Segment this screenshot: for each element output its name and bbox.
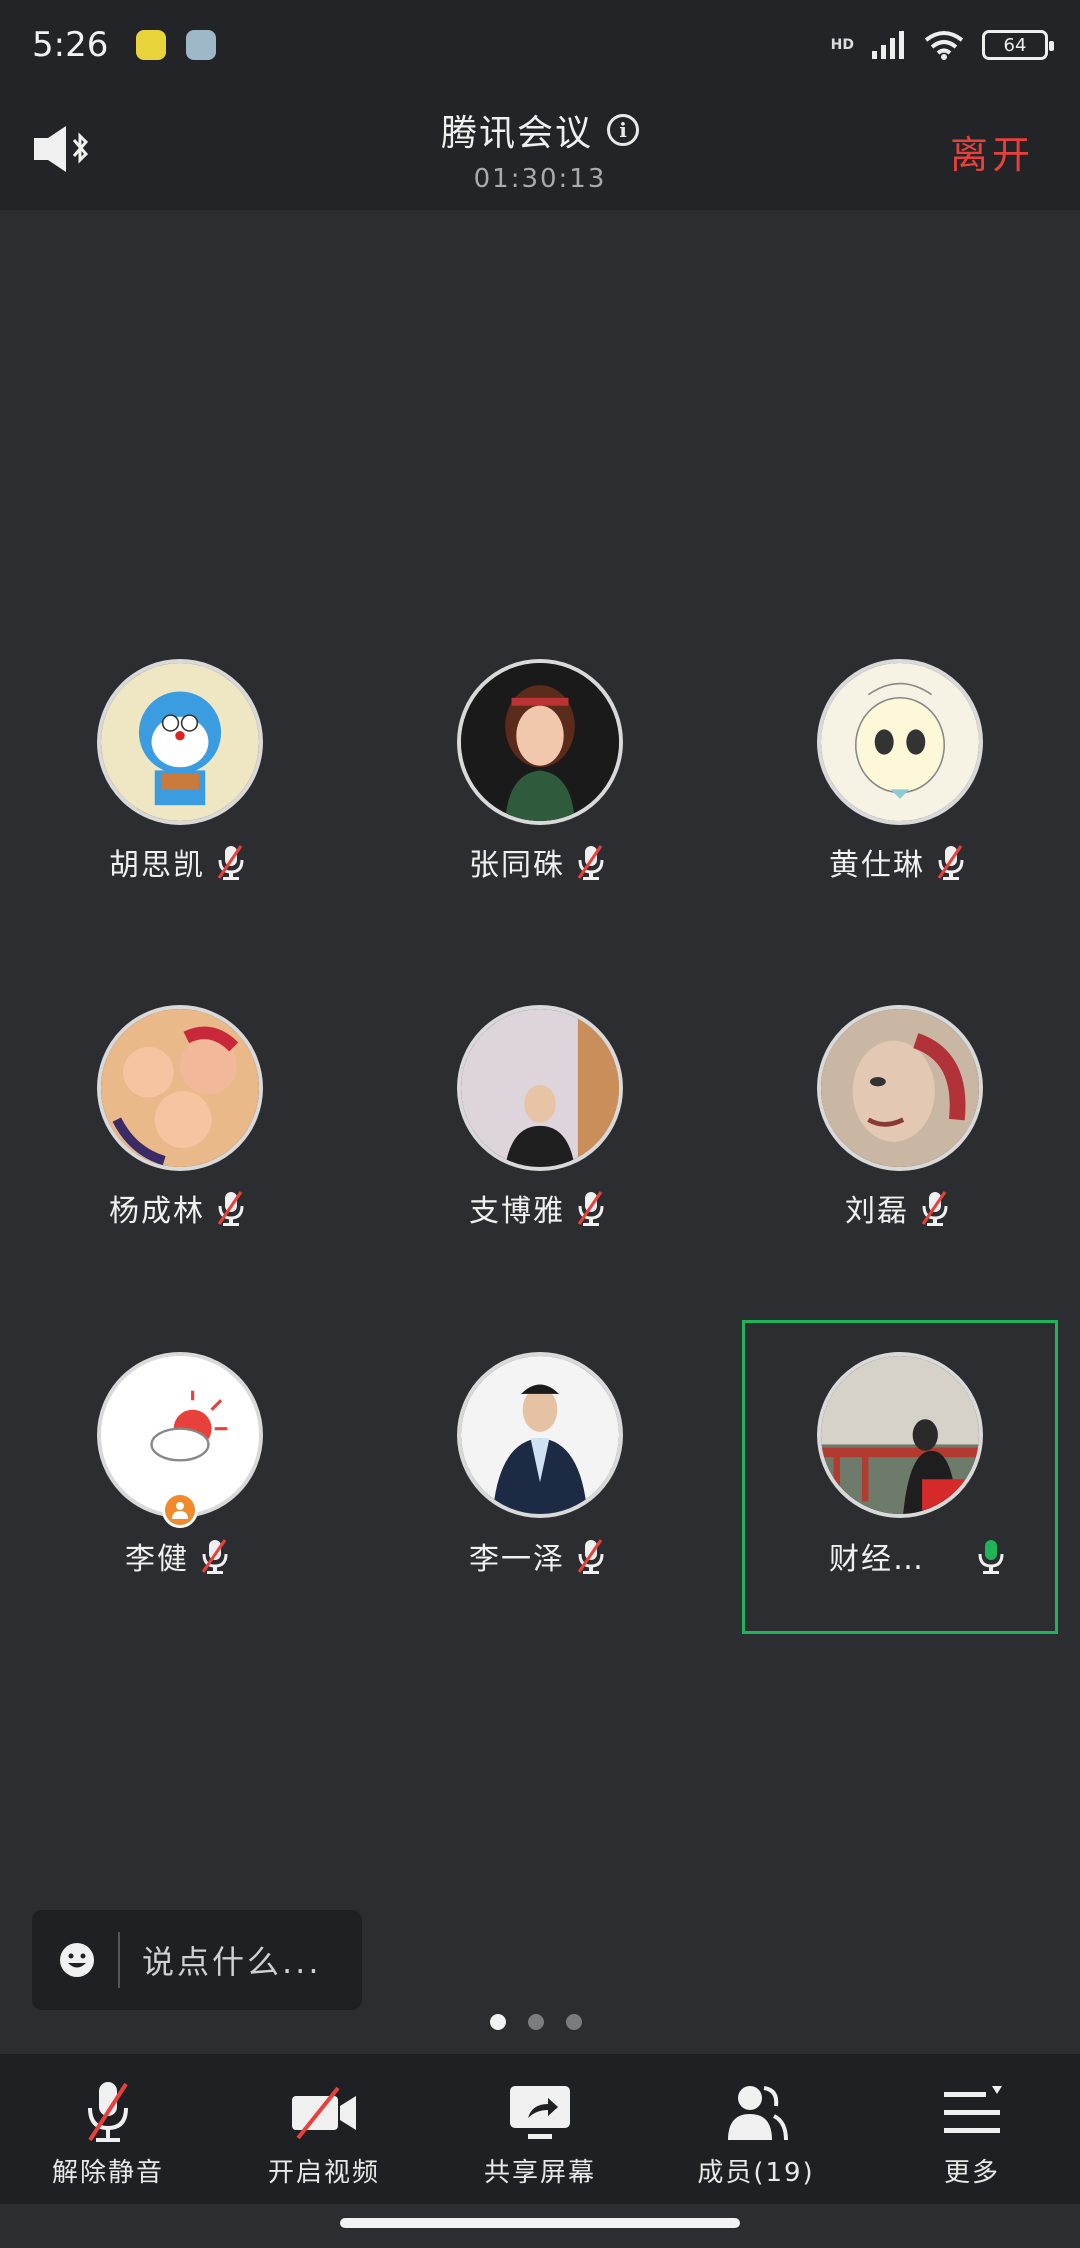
bottom-toolbar: 解除静音 开启视频 共享屏幕 成员(19) 更多 (0, 2054, 1080, 2204)
meeting-title: 腾讯会议 (440, 113, 593, 154)
wifi-icon (924, 31, 964, 60)
meeting-timer: 01:30:13 (473, 164, 607, 194)
app-notification-icon (136, 30, 167, 60)
members-button[interactable]: 成员(19) (648, 2054, 864, 2204)
info-icon[interactable]: i (607, 114, 639, 146)
signal-icon (872, 31, 904, 59)
mic-muted-icon[interactable] (211, 1188, 251, 1228)
avatar (457, 1005, 623, 1171)
avatar (817, 1005, 983, 1171)
chat-input[interactable]: 说点什么... (32, 1910, 362, 2010)
host-badge (162, 1492, 198, 1528)
page-dot[interactable] (490, 2014, 506, 2030)
participant-name-row: 杨成林 (50, 1186, 310, 1230)
person-icon (172, 1502, 188, 1519)
status-time: 5:26 (32, 25, 109, 65)
participant-name: 黄仕琳 (829, 848, 925, 883)
participant-name: 财经… (829, 1542, 925, 1577)
mic-muted-icon (88, 2082, 128, 2142)
participant-name: 李一泽 (469, 1542, 565, 1577)
avatar (817, 1352, 983, 1518)
members-label: 成员(19) (697, 2158, 815, 2188)
participant-name-row: 张同硃 (410, 840, 670, 884)
participant-name-row: 黄仕琳 (770, 840, 1030, 884)
chat-placeholder: 说点什么... (142, 1943, 322, 1981)
participant-name: 刘磊 (845, 1194, 909, 1229)
unmute-button[interactable]: 解除静音 (0, 2054, 216, 2204)
share-screen-label: 共享屏幕 (483, 2158, 596, 2188)
leave-button[interactable]: 离开 (950, 124, 1034, 179)
participant-name-row: 支博雅 (410, 1186, 670, 1230)
unmute-label: 解除静音 (51, 2158, 164, 2188)
more-label: 更多 (943, 2158, 1000, 2188)
participant-name-row: 财经… (790, 1534, 1050, 1578)
home-indicator[interactable] (340, 2218, 740, 2228)
page-dot[interactable] (528, 2014, 544, 2030)
mic-muted-icon[interactable] (571, 1188, 611, 1228)
mic-muted-icon[interactable] (931, 842, 971, 882)
participant-name: 张同硃 (469, 848, 565, 883)
avatar (457, 1352, 623, 1518)
participant-name-row: 李一泽 (410, 1534, 670, 1578)
mic-muted-icon[interactable] (571, 842, 611, 882)
avatar (817, 659, 983, 825)
members-icon (728, 2086, 788, 2141)
hd-label: HD (830, 37, 854, 53)
app-notification-icon (186, 30, 217, 60)
emoji-icon[interactable] (58, 1941, 96, 1979)
avatar (97, 659, 263, 825)
participant-name-row: 刘磊 (770, 1186, 1030, 1230)
page-dot[interactable] (566, 2014, 582, 2030)
chat-divider (118, 1932, 120, 1988)
page-indicator (490, 2014, 582, 2030)
participant-name-row: 李健 (50, 1534, 310, 1578)
more-button[interactable]: 更多 (864, 2054, 1080, 2204)
participant-name: 胡思凯 (109, 848, 205, 883)
battery-icon: 64 (982, 30, 1054, 60)
mic-muted-icon[interactable] (195, 1536, 235, 1576)
participant-name: 支博雅 (469, 1194, 565, 1229)
battery-level: 64 (1003, 34, 1027, 56)
start-video-button[interactable]: 开启视频 (216, 2054, 432, 2204)
mic-muted-icon[interactable] (571, 1536, 611, 1576)
avatar (457, 659, 623, 825)
share-screen-icon (510, 2086, 570, 2139)
status-bar: 5:26 HD 64 (0, 0, 1080, 90)
avatar (97, 1005, 263, 1171)
mic-muted-icon[interactable] (915, 1188, 955, 1228)
meeting-header: 腾讯会议 i 01:30:13 离开 (0, 90, 1080, 210)
participant-name-row: 胡思凯 (50, 840, 310, 884)
share-screen-button[interactable]: 共享屏幕 (432, 2054, 648, 2204)
participant-name: 杨成林 (109, 1194, 205, 1229)
mic-icon[interactable] (971, 1536, 1011, 1576)
video-off-icon (292, 2086, 356, 2140)
more-menu-icon (944, 2086, 1002, 2133)
mic-muted-icon[interactable] (211, 842, 251, 882)
participant-name: 李健 (125, 1542, 189, 1577)
start-video-label: 开启视频 (267, 2158, 380, 2188)
